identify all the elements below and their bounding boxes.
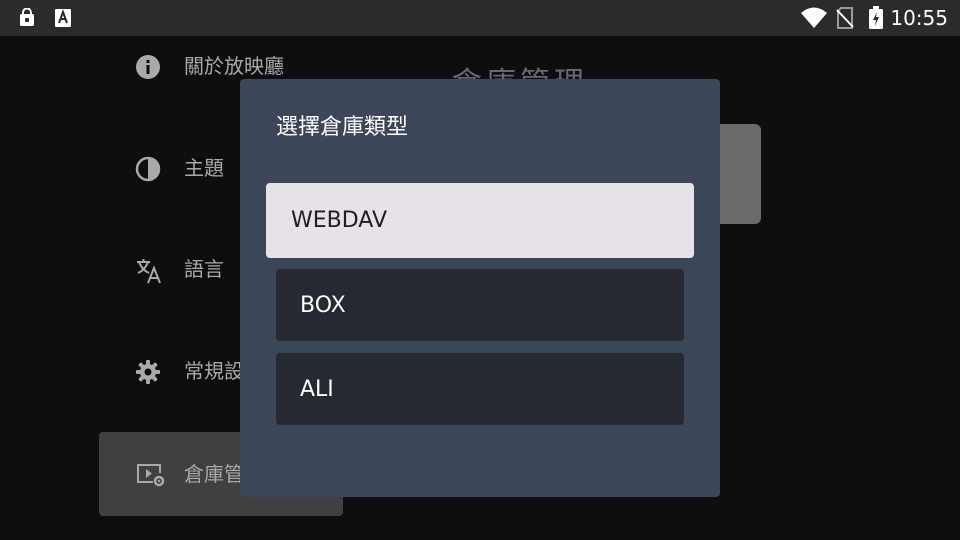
option-box-label: BOX [300, 292, 346, 318]
status-time: 10:55 [890, 6, 948, 30]
translate-icon [135, 257, 161, 284]
option-ali-label: ALI [300, 376, 334, 402]
dialog-title: 選擇倉庫類型 [276, 115, 409, 140]
menu-label-about: 關於放映廳 [184, 54, 284, 78]
repository-type-dialog: 選擇倉庫類型 WEBDAV BOX ALI [240, 79, 720, 497]
video-settings-icon [135, 462, 165, 488]
menu-label-language: 語言 [184, 257, 224, 281]
contrast-icon [135, 156, 161, 182]
gear-icon [135, 359, 161, 385]
option-webdav[interactable]: WEBDAV [266, 183, 694, 258]
lock-bag-icon [17, 7, 37, 28]
battery-charging-icon [868, 6, 884, 30]
menu-label-general: 常規設 [184, 359, 244, 383]
menu-label-repository: 倉庫管 [184, 462, 244, 486]
option-webdav-label: WEBDAV [291, 208, 387, 233]
screen: 10:55 關於放映廳 主題 語言 常規設 倉庫管 選擇倉庫類型 WEBDAV … [0, 0, 960, 540]
menu-label-theme: 主題 [184, 156, 224, 180]
info-icon [135, 54, 161, 80]
font-a-icon [53, 8, 73, 28]
option-ali[interactable]: ALI [276, 353, 684, 425]
wifi-icon [800, 6, 828, 30]
no-sim-icon [836, 7, 854, 29]
option-box[interactable]: BOX [276, 269, 684, 341]
